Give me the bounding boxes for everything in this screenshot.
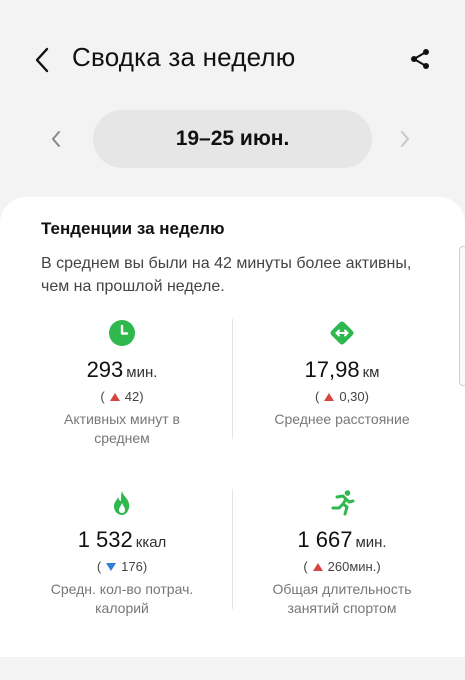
date-range-selector[interactable]: 19–25 июн. — [93, 110, 372, 168]
column-divider — [232, 489, 233, 609]
distance-icon — [330, 321, 354, 345]
flame-icon — [114, 491, 130, 515]
chevron-left-icon — [52, 131, 60, 147]
increase-triangle-icon — [109, 392, 120, 401]
chevron-right-icon — [401, 131, 409, 147]
date-navigator: 19–25 июн. — [0, 110, 465, 168]
weekly-trends-card: Тенденции за неделю В среднем вы были на… — [0, 197, 465, 657]
stat-label: Среднее расстояние — [274, 411, 410, 427]
increase-triangle-icon — [312, 562, 323, 571]
stat-unit: мин. — [355, 534, 387, 551]
share-button[interactable] — [405, 44, 435, 74]
stat-value: 293 — [86, 357, 124, 382]
app-header: Сводка за неделю — [0, 0, 465, 120]
column-divider — [232, 319, 233, 439]
next-week-button — [393, 127, 417, 151]
page-title: Сводка за неделю — [72, 42, 296, 72]
stat-delta: ( 176) — [96, 559, 148, 574]
running-icon — [331, 490, 355, 516]
stat-label: Активных минут в среднем — [64, 411, 180, 446]
stat-unit: ккал — [135, 534, 167, 551]
stat-label: Общая длительность занятий спортом — [272, 581, 412, 616]
card-description: В среднем вы были на 42 минуты более акт… — [41, 255, 412, 295]
scrollbar-handle[interactable] — [459, 246, 465, 386]
stat-active-minutes[interactable]: 293 мин. ( 42) Активных минут в среднем — [22, 319, 222, 448]
previous-week-button[interactable] — [44, 127, 68, 151]
stat-delta: ( 260мин.) — [303, 559, 381, 574]
back-button[interactable] — [28, 44, 56, 76]
stat-average-distance[interactable]: 17,98 км ( 0,30) Среднее расстояние — [242, 319, 442, 429]
stat-unit: мин. — [126, 364, 158, 381]
clock-icon — [109, 320, 135, 346]
stat-value: 1 532 — [77, 527, 133, 552]
increase-triangle-icon — [324, 392, 335, 401]
stat-delta: ( 0,30) — [315, 389, 369, 404]
stat-label: Средн. кол-во потрач. калорий — [50, 581, 194, 616]
card-title: Тенденции за неделю — [41, 219, 225, 238]
decrease-triangle-icon — [106, 562, 117, 571]
stat-value: 17,98 — [304, 357, 360, 382]
chevron-left-icon — [35, 47, 49, 73]
stat-average-calories[interactable]: 1 532 ккал ( 176) Средн. кол-во потрач. … — [22, 489, 222, 618]
stat-unit: км — [362, 364, 380, 381]
stat-value: 1 667 — [297, 527, 353, 552]
stat-delta: ( 42) — [100, 389, 144, 404]
stat-total-sport-duration[interactable]: 1 667 мин. ( 260мин.) Общая длительность… — [242, 489, 442, 618]
share-icon — [411, 49, 429, 69]
